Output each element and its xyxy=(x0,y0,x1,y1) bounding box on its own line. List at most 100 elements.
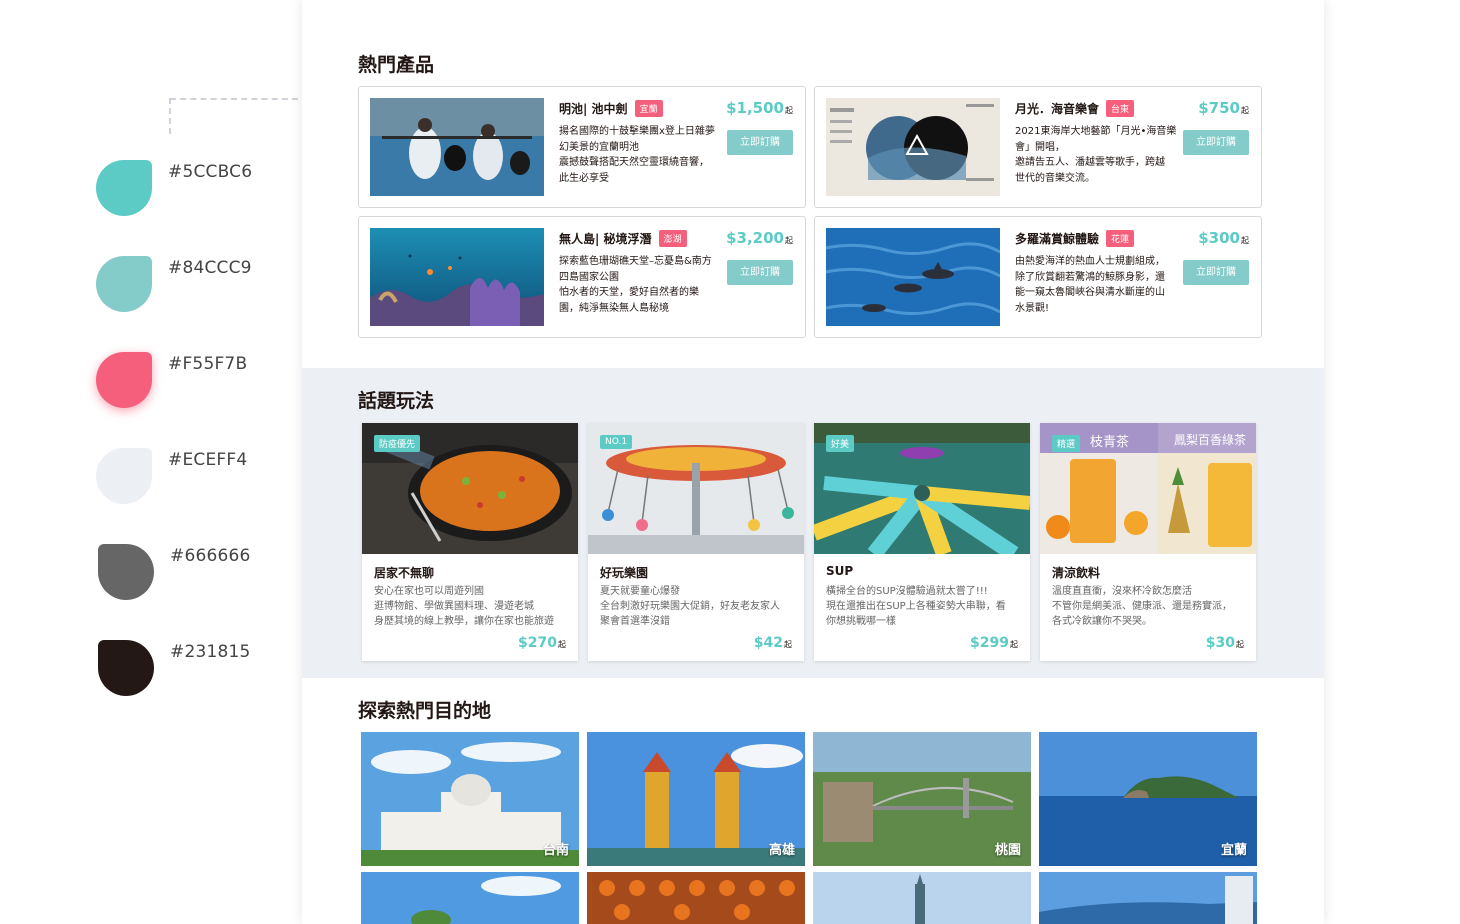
desc-line: 邀請告五人、潘越雲等歌手，跨越 xyxy=(1015,157,1165,168)
image-text-left: 枝青茶 xyxy=(1090,435,1130,450)
destination-card[interactable] xyxy=(813,872,1031,924)
price-suffix: 起 xyxy=(1241,236,1249,245)
desc-line: 揚名國際的十鼓擊樂團x登上日雜夢 xyxy=(559,126,715,137)
topic-price: $299起 xyxy=(970,635,1018,651)
destinations-title: 探索熱門目的地 xyxy=(358,700,492,722)
concert-poster xyxy=(826,98,1000,196)
region-badge: 澎湖 xyxy=(658,230,687,247)
price-value: $270 xyxy=(518,635,557,651)
taipei101-photo xyxy=(813,872,1031,924)
desc-line: 2021東海岸大地藝節「月光•海音樂 xyxy=(1015,126,1177,137)
topic-card[interactable]: 防疫優先 居家不無聊 安心在家也可以周遊列國 逛博物館、學做異國料理、漫遊老城 … xyxy=(362,423,578,661)
topic-card[interactable]: 好美 SUP 橫掃全台的SUP沒體驗過就太嘗了!!! 現在還推出在SUP上各種姿… xyxy=(814,423,1030,661)
topic-badge: 精選 xyxy=(1052,435,1081,452)
order-now-button[interactable]: 立即訂購 xyxy=(1183,260,1249,285)
product-card[interactable]: 月光．海音樂會 台東 $750起 立即訂購 2021東海岸大地藝節「月光•海音樂 … xyxy=(814,86,1262,208)
destination-card[interactable]: 桃園 xyxy=(813,732,1031,866)
dashed-guide-horizontal xyxy=(170,98,298,100)
destination-label: 宜蘭 xyxy=(1220,843,1247,858)
swatch-light-gray xyxy=(96,448,152,504)
desc-line: 不管你是網美派、健康派、還是務實派， xyxy=(1052,601,1232,612)
desc-line: 各式冷飲讓你不哭哭。 xyxy=(1052,616,1152,627)
product-price: $750起 xyxy=(1198,99,1249,117)
image-text-right: 鳳梨百香綠茶 xyxy=(1174,433,1247,447)
topics-title: 話題玩法 xyxy=(358,390,435,412)
region-badge: 宜蘭 xyxy=(634,100,663,117)
drummers-lake-photo xyxy=(370,98,544,196)
price-value: $42 xyxy=(753,635,783,651)
topic-card[interactable]: NO.1 好玩樂園 夏天就要童心爆發 全台刺激好玩樂園大促銷，好友老友家人 聚會… xyxy=(588,423,804,661)
product-price: $1,500起 xyxy=(726,99,793,117)
product-name-text: 無人島| 秘境浮潛 xyxy=(559,232,652,246)
main-panel: 熱門產品 明池| 池中劍 宜蘭 $1,500起 立即訂購 揚名國際的十鼓擊樂團x… xyxy=(302,0,1324,924)
product-description: 由熱愛海洋的熱血人士規劃組成， 除了欣賞翻若驚鴻的鯨豚身影，還 能一窺太魯閣峽谷… xyxy=(1015,254,1191,316)
region-badge: 台東 xyxy=(1106,100,1135,117)
color-palette: #5CCBC6 #84CCC9 #F55F7B #ECEFF4 #666666 … xyxy=(0,0,300,924)
desc-line: 逛博物館、學做異國料理、漫遊老城 xyxy=(374,601,534,612)
desc-line: 聚會首選準沒錯 xyxy=(600,616,670,627)
topic-badge: NO.1 xyxy=(600,435,633,449)
desc-line: 會」開唱， xyxy=(1015,141,1065,153)
desc-line: 園，純淨無染無人島秘境 xyxy=(559,302,669,314)
order-now-button[interactable]: 立即訂購 xyxy=(727,130,793,155)
order-now-button[interactable]: 立即訂購 xyxy=(727,260,793,285)
destination-card[interactable] xyxy=(1039,872,1257,924)
destination-card[interactable]: 高雄 xyxy=(587,732,805,866)
topic-title: 清涼飲料 xyxy=(1052,566,1101,580)
topic-title: SUP xyxy=(826,564,854,578)
desc-line: 身歷其境的線上教學，讓你在家也能旅遊 xyxy=(374,616,554,627)
topic-card[interactable]: 枝青茶 鳳梨百香綠茶 精選 清涼飲料 溫度直直衝，沒來杯冷飲怎麼活 不管你是網美… xyxy=(1040,423,1256,661)
desc-line: 安心在家也可以周遊列國 xyxy=(374,586,484,597)
product-name: 月光．海音樂會 台東 xyxy=(1015,100,1135,117)
desc-line: 溫度直直衝，沒來杯冷飲怎麼活 xyxy=(1052,586,1192,597)
topic-description: 夏天就要童心爆發 全台刺激好玩樂園大促銷，好友老友家人 聚會首選準沒錯 xyxy=(600,584,796,629)
price-suffix: 起 xyxy=(784,640,792,649)
region-badge: 花蓮 xyxy=(1106,230,1135,247)
price-suffix: 起 xyxy=(1010,640,1018,649)
desc-line: 由熱愛海洋的熱血人士規劃組成， xyxy=(1015,256,1165,267)
destination-label: 台南 xyxy=(542,843,569,858)
swatch-label: #5CCBC6 xyxy=(168,162,253,182)
order-now-button[interactable]: 立即訂購 xyxy=(1183,130,1249,155)
swatch-teal xyxy=(96,160,152,216)
destination-card[interactable]: 宜蘭 xyxy=(1039,732,1257,866)
dolphins-photo xyxy=(826,228,1000,326)
price-value: $299 xyxy=(970,635,1009,651)
price-suffix: 起 xyxy=(558,640,566,649)
product-card[interactable]: 多羅滿賞鯨體驗 花蓮 $300起 立即訂購 由熱愛海洋的熱血人士規劃組成， 除了欣… xyxy=(814,216,1262,338)
price-suffix: 起 xyxy=(1236,640,1244,649)
product-price: $300起 xyxy=(1198,229,1249,247)
desc-line: 能一窺太魯閣峽谷與清水斷崖的山 xyxy=(1015,287,1165,298)
swatch-label: #666666 xyxy=(170,546,251,566)
topic-price: $42起 xyxy=(754,635,792,651)
price-value: $1,500 xyxy=(726,99,784,117)
desc-line: 橫掃全台的SUP沒體驗過就太嘗了!!! xyxy=(826,586,988,597)
price-value: $3,200 xyxy=(726,229,784,247)
product-description: 探索藍色珊瑚礁天堂–忘憂島&南方 四島國家公園 怕水者的天堂，愛好自然者的樂 園… xyxy=(559,254,735,316)
destination-card[interactable] xyxy=(361,872,579,924)
price-suffix: 起 xyxy=(785,106,793,115)
product-card[interactable]: 無人島| 秘境浮潛 澎湖 $3,200起 立即訂購 探索藍色珊瑚礁天堂–忘憂島&南… xyxy=(358,216,806,338)
topic-title: 居家不無聊 xyxy=(374,566,435,580)
destination-card[interactable]: 台南 xyxy=(361,732,579,866)
desc-line: 水景觀! xyxy=(1015,302,1050,314)
price-value: $750 xyxy=(1198,99,1240,117)
coral-reef-photo xyxy=(370,228,544,326)
topic-price: $30起 xyxy=(1206,635,1244,651)
topic-badge: 好美 xyxy=(826,435,855,452)
destination-card[interactable] xyxy=(587,872,805,924)
price-suffix: 起 xyxy=(785,236,793,245)
product-name: 明池| 池中劍 宜蘭 xyxy=(559,100,663,117)
swatch-dark xyxy=(98,640,154,696)
building-photo xyxy=(1039,872,1257,924)
swatch-label: #84CCC9 xyxy=(168,258,252,278)
desc-line: 四島國家公園 xyxy=(559,271,619,283)
product-description: 揚名國際的十鼓擊樂團x登上日雜夢 幻美景的宜蘭明池 震撼鼓聲搭配天然空靈環繞音響… xyxy=(559,124,735,186)
swatch-gray xyxy=(98,544,154,600)
hot-products-title: 熱門產品 xyxy=(358,54,435,76)
desc-line: 夏天就要童心爆發 xyxy=(600,586,680,597)
dashed-guide-vertical xyxy=(169,98,171,134)
product-name-text: 明池| 池中劍 xyxy=(559,102,628,116)
product-card[interactable]: 明池| 池中劍 宜蘭 $1,500起 立即訂購 揚名國際的十鼓擊樂團x登上日雜夢 … xyxy=(358,86,806,208)
desc-line: 你想挑戰哪一樣 xyxy=(826,616,896,627)
